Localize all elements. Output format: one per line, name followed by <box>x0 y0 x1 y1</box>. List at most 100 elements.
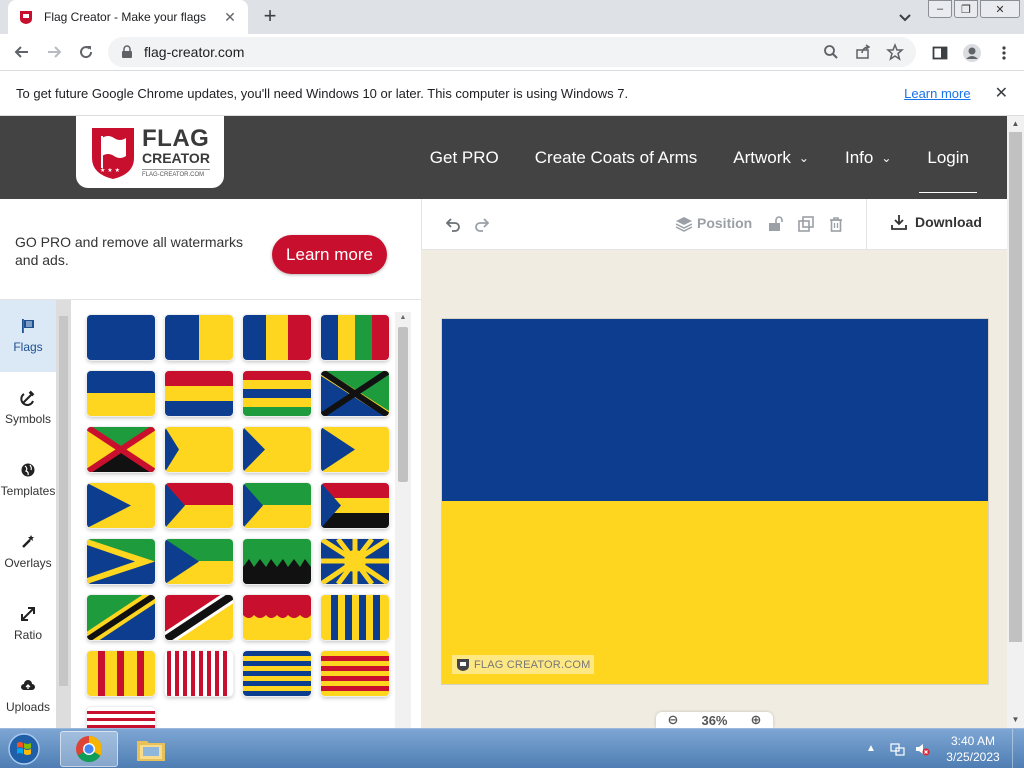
share-icon[interactable] <box>854 43 872 61</box>
zoom-out-icon[interactable]: ⊖ <box>668 712 679 728</box>
taskbar-clock[interactable]: 3:40 AM 3/25/2023 <box>940 733 1006 765</box>
flag-template[interactable] <box>87 427 155 472</box>
nav-create-coats-of-arms[interactable]: Create Coats of Arms <box>535 116 698 199</box>
flag-template[interactable] <box>87 371 155 416</box>
redo-icon[interactable] <box>473 215 491 233</box>
search-icon[interactable] <box>822 43 840 61</box>
show-desktop-button[interactable] <box>1012 729 1024 768</box>
profile-button[interactable] <box>956 37 988 69</box>
forward-button[interactable] <box>38 36 70 68</box>
bookmark-star-icon[interactable] <box>886 43 904 61</box>
network-icon[interactable] <box>890 741 906 757</box>
taskbar-chrome-button[interactable] <box>60 731 118 767</box>
flag-template[interactable] <box>321 595 389 640</box>
nav-login[interactable]: Login <box>919 116 977 199</box>
flag-template[interactable] <box>165 595 233 640</box>
flag-template[interactable] <box>321 539 389 584</box>
minimize-button[interactable]: ‒ <box>928 0 952 18</box>
reload-icon <box>80 46 93 59</box>
infobar-close-icon[interactable]: ✕ <box>995 83 1008 103</box>
flag-template[interactable] <box>243 539 311 584</box>
sidetab-ratio[interactable]: Ratio <box>0 588 56 660</box>
sidetab-overlays[interactable]: Overlays <box>0 516 56 588</box>
site-logo[interactable]: ★ ★ ★ FLAG CREATOR FLAG-CREATOR.COM <box>76 116 224 188</box>
reload-button[interactable] <box>70 36 102 68</box>
flag-template[interactable] <box>87 651 155 696</box>
flag-template[interactable] <box>165 427 233 472</box>
flag-template[interactable] <box>321 371 389 416</box>
flag-template[interactable] <box>243 483 311 528</box>
chevron-down-icon: ⌄ <box>881 150 892 165</box>
address-bar[interactable]: flag-creator.com <box>108 37 916 67</box>
side-tabs-scrollbar[interactable] <box>56 300 71 728</box>
window-controls: ‒ ❐ ✕ <box>926 0 1020 18</box>
sidetab-symbols[interactable]: Symbols <box>0 372 56 444</box>
new-tab-button[interactable]: + <box>258 5 282 29</box>
flag-template[interactable] <box>165 315 233 360</box>
side-panel-button[interactable] <box>924 37 956 69</box>
page-scrollbar[interactable]: ▲ ▼ <box>1007 116 1024 728</box>
nav-info[interactable]: Info ⌄ <box>845 116 891 199</box>
window-close-button[interactable]: ✕ <box>980 0 1020 18</box>
watermark-text: FLAG CREATOR.COM <box>474 658 591 671</box>
tab-title: Flag Creator - Make your flags <box>44 10 207 24</box>
flag-template[interactable] <box>165 651 233 696</box>
scroll-up-arrow-icon[interactable]: ▲ <box>1007 116 1024 132</box>
flag-template[interactable] <box>87 483 155 528</box>
upload-cloud-icon <box>21 680 35 690</box>
flag-template[interactable] <box>243 595 311 640</box>
nav-get-pro[interactable]: Get PRO <box>430 116 499 199</box>
sidetab-flags[interactable]: Flags <box>0 300 56 372</box>
flag-template[interactable] <box>321 315 389 360</box>
flag-template[interactable] <box>87 707 155 728</box>
restore-button[interactable]: ❐ <box>954 0 978 18</box>
grid-scroll-up-arrow-icon[interactable]: ▲ <box>395 312 411 324</box>
flag-template[interactable] <box>87 539 155 584</box>
volume-muted-icon[interactable] <box>914 741 930 757</box>
undo-icon[interactable] <box>444 215 462 233</box>
taskbar-explorer-button[interactable] <box>122 731 180 767</box>
flag-template[interactable] <box>87 315 155 360</box>
url-text: flag-creator.com <box>144 44 245 60</box>
browser-tab[interactable]: Flag Creator - Make your flags ✕ <box>8 0 248 34</box>
back-button[interactable] <box>6 36 38 68</box>
tab-close-icon[interactable]: ✕ <box>222 9 238 25</box>
flag-template[interactable] <box>321 483 389 528</box>
infobar-learn-more-link[interactable]: Learn more <box>904 86 970 101</box>
flag-template[interactable] <box>243 651 311 696</box>
flag-template[interactable] <box>165 371 233 416</box>
flag-template[interactable] <box>243 371 311 416</box>
zoom-in-icon[interactable]: ⊕ <box>751 712 762 728</box>
flag-template[interactable] <box>321 651 389 696</box>
tab-search-chevron-icon[interactable] <box>896 8 914 26</box>
flag-template[interactable] <box>165 483 233 528</box>
flag-template[interactable] <box>87 595 155 640</box>
scroll-down-arrow-icon[interactable]: ▼ <box>1007 712 1024 728</box>
flag-template[interactable] <box>165 539 233 584</box>
download-icon <box>891 215 907 230</box>
sidetab-templates[interactable]: Templates <box>0 444 56 516</box>
download-button[interactable]: Download <box>890 213 982 231</box>
promo-learn-more-button[interactable]: Learn more <box>272 235 387 274</box>
page-scrollbar-thumb[interactable] <box>1009 132 1022 642</box>
flag-template[interactable] <box>321 427 389 472</box>
trash-icon[interactable] <box>827 215 845 233</box>
flag-template[interactable] <box>243 315 311 360</box>
menu-button[interactable] <box>988 37 1020 69</box>
tray-overflow-arrow-icon[interactable]: ▲ <box>866 741 882 757</box>
unlock-icon[interactable] <box>767 215 785 233</box>
nav-artwork[interactable]: Artwork ⌄ <box>733 116 809 199</box>
flag-template[interactable] <box>243 427 311 472</box>
side-tabs-scrollbar-thumb[interactable] <box>59 316 68 686</box>
flag-grid-scrollbar-thumb[interactable] <box>398 327 408 482</box>
flag-canvas[interactable] <box>442 319 988 684</box>
start-button[interactable] <box>4 731 44 767</box>
flag-top-stripe[interactable] <box>442 319 988 501</box>
flag-grid-scrollbar[interactable]: ▲ <box>395 312 411 728</box>
sidetab-uploads[interactable]: Uploads <box>0 660 56 732</box>
duplicate-icon[interactable] <box>797 215 815 233</box>
zoom-control: ⊖ 36% ⊕ <box>656 712 773 728</box>
position-label[interactable]: Position <box>697 215 752 231</box>
pro-promo: GO PRO and remove all watermarks and ads… <box>0 199 421 300</box>
clock-time: 3:40 AM <box>950 734 996 748</box>
